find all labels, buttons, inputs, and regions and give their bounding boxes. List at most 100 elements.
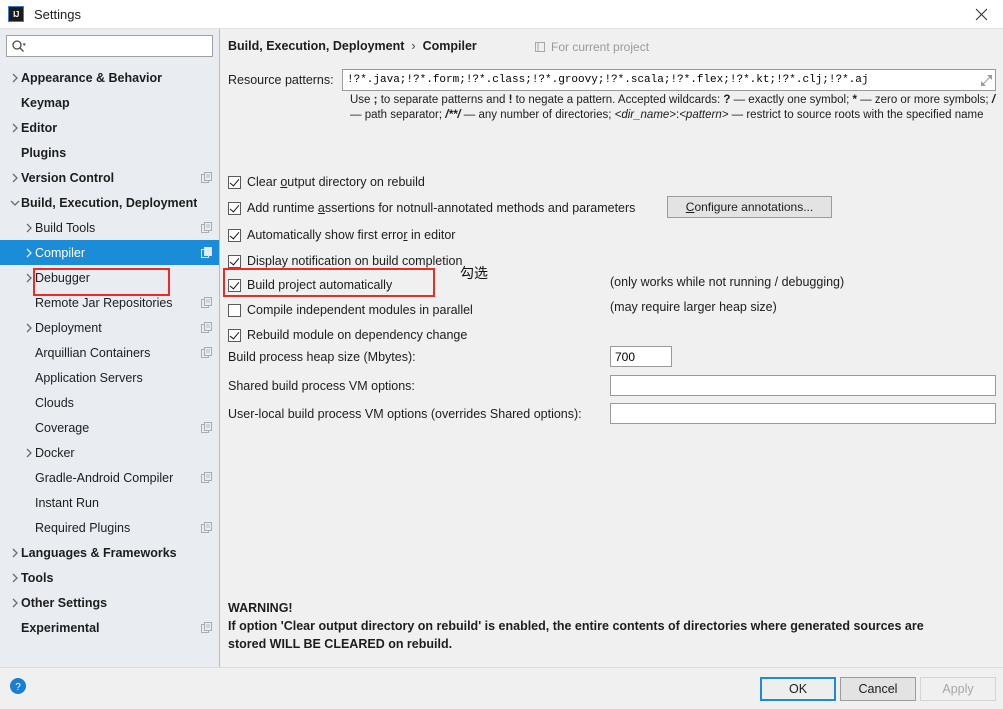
checkbox-box[interactable] [228,278,241,292]
sidebar-item-label: Version Control [21,170,115,185]
chevron-right-icon[interactable] [22,223,35,233]
sidebar-item-arquillian-containers[interactable]: Arquillian Containers [0,340,219,365]
chevron-right-icon[interactable] [22,248,35,258]
checkbox-label: Clear output directory on rebuild [247,175,425,189]
sidebar-item-application-servers[interactable]: Application Servers [0,365,219,390]
sidebar-item-keymap[interactable]: Keymap [0,90,219,115]
sidebar-item-instant-run[interactable]: Instant Run [0,490,219,515]
ok-button[interactable]: OK [760,677,836,701]
help-slash: / [991,94,996,106]
sidebar-item-required-plugins[interactable]: Required Plugins [0,515,219,540]
checkbox-compile-independent-modules-in-parallel[interactable]: Compile independent modules in parallel [228,300,473,320]
checkbox-label: Build project automatically [247,278,393,292]
text-input[interactable] [610,375,996,396]
project-scope-icon [201,471,213,484]
side-note: (may require larger heap size) [610,300,777,314]
help-text: — path separator; [350,109,446,121]
warning-line-2: stored WILL BE CLEARED on rebuild. [228,637,453,651]
sidebar-item-gradle-android-compiler[interactable]: Gradle-Android Compiler [0,465,219,490]
resource-patterns-input[interactable]: !?*.java;!?*.form;!?*.class;!?*.groovy;!… [342,69,996,91]
checkbox-display-notification-on-build-completion[interactable]: Display notification on build completion [228,251,462,271]
settings-tree: Appearance & Behavior Keymap Editor Plugins… [0,61,219,667]
project-scope-icon [201,246,213,259]
sidebar-item-plugins[interactable]: Plugins [0,140,219,165]
checkbox-label: Rebuild module on dependency change [247,328,468,342]
help-icon[interactable]: ? [10,678,26,694]
chevron-right-icon[interactable] [8,573,21,583]
sidebar-item-label: Build Tools [35,220,96,235]
field-label: Build process heap size (Mbytes): [228,350,416,364]
checkbox-box[interactable] [228,254,241,268]
sidebar-item-label: Gradle-Android Compiler [35,470,174,485]
sidebar-item-clouds[interactable]: Clouds [0,390,219,415]
checkbox-clear-output-directory-on-rebuild[interactable]: Clear output directory on rebuild [228,172,425,192]
resource-patterns-help: Use ; to separate patterns and ! to nega… [350,93,998,123]
dialog-body: Appearance & Behavior Keymap Editor Plugins… [0,29,1003,667]
checkbox-rebuild-module-on-dependency-change[interactable]: Rebuild module on dependency change [228,325,467,345]
sidebar-item-label: Required Plugins [35,520,131,535]
sidebar-item-label: Compiler [35,245,86,260]
chevron-right-icon[interactable] [8,73,21,83]
checkbox-build-project-automatically[interactable]: Build project automatically [228,275,392,295]
breadcrumb-root[interactable]: Build, Execution, Deployment [228,39,404,53]
checkbox-automatically-show-first-error-in-editor[interactable]: Automatically show first error in editor [228,225,455,245]
for-current-project-text: For current project [551,40,650,54]
search-input[interactable] [26,37,212,55]
checkbox-box[interactable] [228,175,241,189]
text-input[interactable] [610,403,996,424]
sidebar-item-other-settings[interactable]: Other Settings [0,590,219,615]
chevron-right-icon[interactable] [8,548,21,558]
sidebar-item-label: Languages & Frameworks [21,545,177,560]
checkbox-box[interactable] [228,228,241,242]
expand-icon[interactable] [977,70,995,90]
module-scope-icon [534,41,546,53]
sidebar-item-docker[interactable]: Docker [0,440,219,465]
warning-line-1: If option 'Clear output directory on reb… [228,619,924,633]
sidebar-item-deployment[interactable]: Deployment [0,315,219,340]
help-text: Use [350,94,374,106]
help-text: — exactly one symbol; [730,94,853,106]
sidebar-item-build-tools[interactable]: Build Tools [0,215,219,240]
checkbox-box[interactable] [228,328,241,342]
sidebar-item-version-control[interactable]: Version Control [0,165,219,190]
sidebar-item-label: Plugins [21,145,67,160]
project-scope-icon [201,521,213,534]
resource-patterns-label: Resource patterns: [228,73,334,87]
sidebar-item-debugger[interactable]: Debugger [0,265,219,290]
sidebar-item-label: Instant Run [35,495,99,510]
search-box[interactable] [6,35,213,57]
breadcrumb-separator-icon: › [411,39,416,53]
ok-button-label: OK [788,682,808,696]
chevron-right-icon[interactable] [22,448,35,458]
settings-sidebar: Appearance & Behavior Keymap Editor Plugins… [0,29,220,667]
sidebar-item-label: Other Settings [21,595,108,610]
sidebar-item-experimental[interactable]: Experimental [0,615,219,640]
chevron-right-icon[interactable] [8,123,21,133]
sidebar-item-coverage[interactable]: Coverage [0,415,219,440]
chevron-right-icon[interactable] [8,598,21,608]
checkbox-box[interactable] [228,303,241,317]
configure-annotations-button[interactable]: Configure annotations... [667,196,832,218]
apply-button: Apply [920,677,996,701]
sidebar-item-languages-frameworks[interactable]: Languages & Frameworks [0,540,219,565]
sidebar-item-remote-jar-repositories[interactable]: Remote Jar Repositories [0,290,219,315]
checkbox-add-runtime-assertions-for-notnull-annotated-methods-and-parameters[interactable]: Add runtime assertions for notnull-annot… [228,198,635,218]
chevron-right-icon[interactable] [8,173,21,183]
sidebar-item-build-execution-deployment[interactable]: Build, Execution, Deployment [0,190,219,215]
sidebar-item-label: Arquillian Containers [35,345,151,360]
cancel-button[interactable]: Cancel [840,677,916,701]
sidebar-item-label: Clouds [35,395,74,410]
close-icon[interactable] [959,0,1003,28]
sidebar-item-tools[interactable]: Tools [0,565,219,590]
sidebar-item-editor[interactable]: Editor [0,115,219,140]
annotation-check-label: 勾选 [460,266,488,282]
chevron-down-icon[interactable] [8,199,21,207]
sidebar-item-appearance-behavior[interactable]: Appearance & Behavior [0,65,219,90]
sidebar-item-compiler[interactable]: Compiler [0,240,219,265]
text-input[interactable]: 700 [610,346,672,367]
chevron-right-icon[interactable] [22,323,35,333]
chevron-right-icon[interactable] [22,273,35,283]
checkbox-box[interactable] [228,201,241,215]
help-dirname: <dir_name> [614,109,677,121]
text-input-value: 700 [615,349,636,364]
